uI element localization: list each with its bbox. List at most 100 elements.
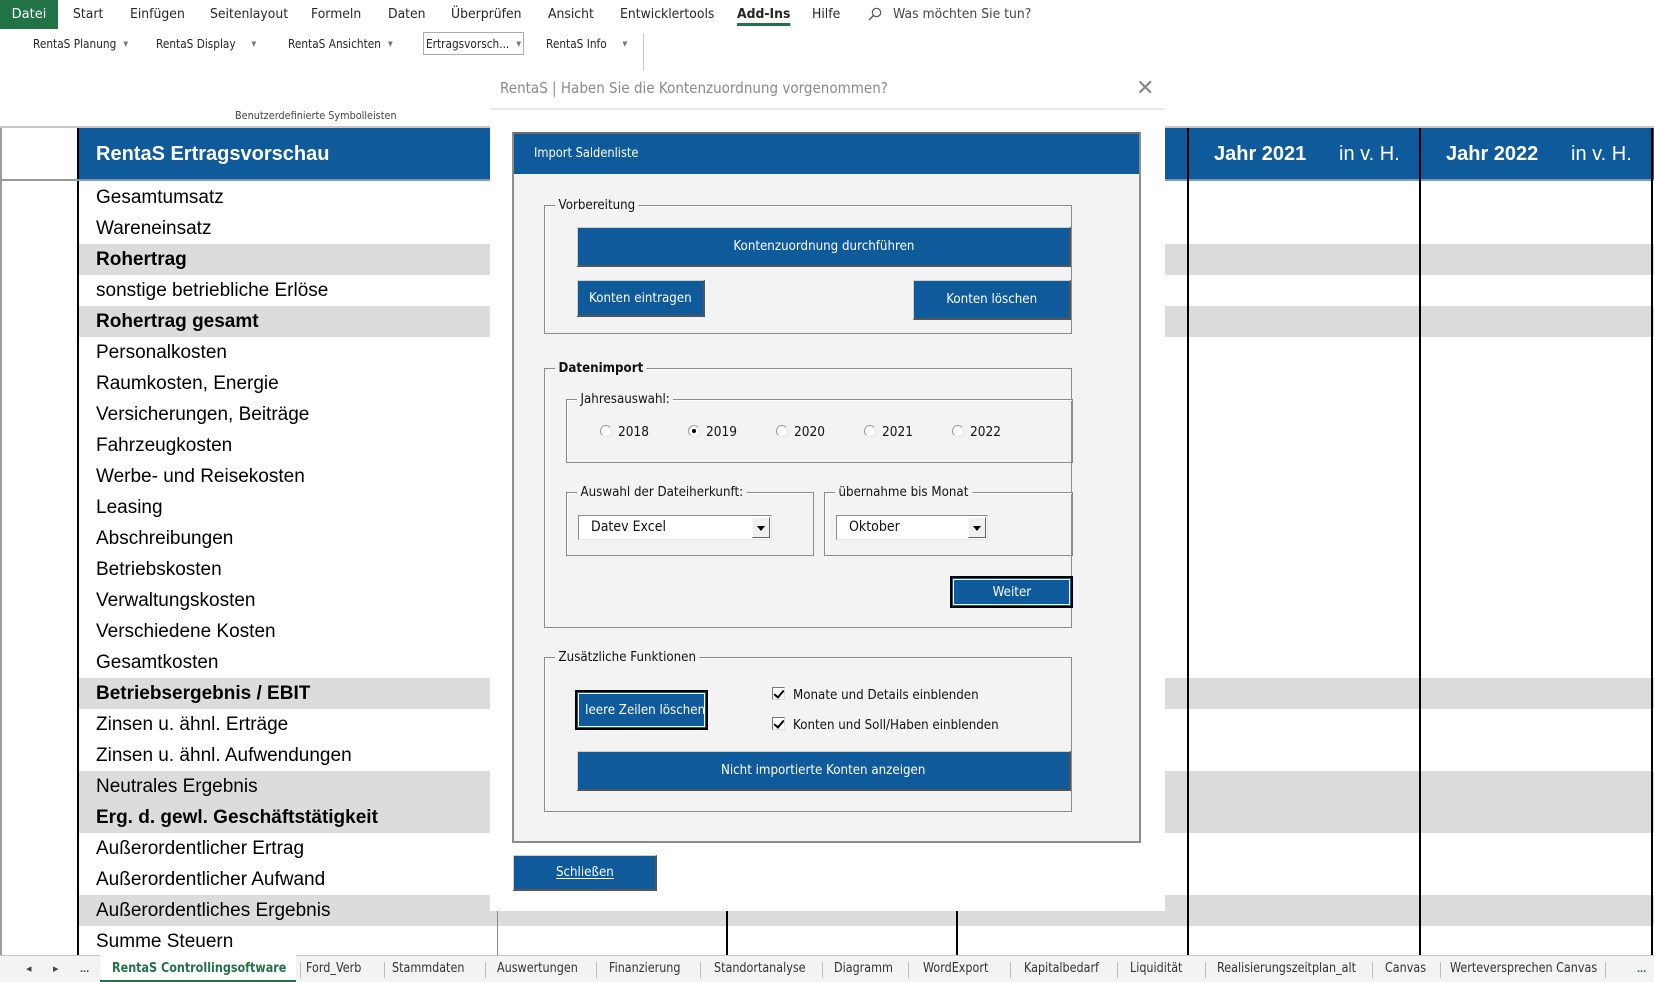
leere-zeilen-button[interactable]: leere Zeilen löschen — [575, 690, 708, 730]
year-radio-2019[interactable]: 2019 — [688, 422, 740, 442]
tab-ueberpruefen[interactable]: Überprüfen — [451, 0, 521, 29]
tab-start[interactable]: Start — [73, 0, 103, 29]
sheet-tab[interactable]: Kapitalbedarf — [1024, 956, 1099, 982]
row-label: Verwaltungskosten — [96, 590, 256, 611]
tab-einfuegen[interactable]: Einfügen — [130, 0, 185, 29]
sheet-tab[interactable]: Liquidität — [1130, 956, 1182, 982]
konten-eintragen-button[interactable]: Konten eintragen — [577, 280, 705, 317]
column-divider — [1187, 128, 1189, 181]
leere-zeilen-label: leere Zeilen löschen — [585, 702, 706, 718]
close-icon[interactable]: ✕ — [1136, 76, 1154, 102]
row-label: Gesamtumsatz — [96, 187, 224, 208]
tab-formeln[interactable]: Formeln — [311, 0, 361, 29]
tab-add-ins[interactable]: Add-Ins — [737, 0, 791, 29]
caret-down-icon: ▼ — [251, 40, 257, 48]
dropdown-arrow-icon[interactable] — [968, 517, 986, 538]
more-sheets-right[interactable]: ... — [1637, 956, 1646, 982]
search-icon[interactable] — [868, 7, 882, 21]
rentas-display-menu[interactable]: RentaS Display ▼ — [156, 34, 256, 55]
tell-me-search[interactable]: Was möchten Sie tun? — [893, 0, 1031, 29]
year-radio-2020[interactable]: 2020 — [776, 422, 828, 442]
year-radio-2022[interactable]: 2022 — [952, 422, 1004, 442]
rentas-ansichten-label: RentaS Ansichten — [288, 37, 381, 51]
table-row[interactable]: Summe Steuern — [79, 926, 1654, 957]
kontenzuordnung-button[interactable]: Kontenzuordnung durchführen — [577, 227, 1071, 267]
weiter-button[interactable]: Weiter — [950, 576, 1073, 608]
checkbox-checked-icon[interactable] — [772, 717, 785, 730]
panel-title: Import Saldenliste — [534, 146, 639, 161]
sheet-tab[interactable]: Finanzierung — [609, 956, 680, 982]
sheet-tab[interactable]: RentaS Controllingsoftware — [112, 956, 286, 982]
more-sheets-left[interactable]: ... — [80, 956, 89, 982]
column-a — [0, 128, 79, 957]
sheet-tab[interactable]: Diagramm — [834, 956, 893, 982]
sheet-tab[interactable]: Canvas — [1385, 956, 1426, 982]
dateiherkunft-group: Auswahl der Dateiherkunft: Datev Excel — [566, 483, 814, 556]
dateiherkunft-select[interactable]: Datev Excel — [578, 515, 772, 540]
row-label: Raumkosten, Energie — [96, 373, 279, 394]
prev-sheet-icon[interactable]: ◂ — [26, 956, 32, 982]
tab-entwicklertools[interactable]: Entwicklertools — [620, 0, 714, 29]
checkbox-checked-icon[interactable] — [772, 687, 785, 700]
schliessen-button[interactable]: Schließen — [513, 855, 657, 891]
tab-ansicht[interactable]: Ansicht — [548, 0, 594, 29]
ribbon-separator — [643, 33, 644, 71]
rentas-ansichten-menu[interactable]: RentaS Ansichten ▼ — [288, 34, 393, 55]
dropdown-arrow-icon[interactable] — [752, 517, 770, 538]
sheet-tab[interactable]: Realisierungszeitplan_alt — [1217, 956, 1356, 982]
header-jahr-2022: Jahr 2022 — [1446, 143, 1539, 165]
sheet-tab[interactable]: Werteversprechen Canvas — [1450, 956, 1597, 982]
schliessen-label: Schließen — [555, 864, 614, 880]
tab-hilfe[interactable]: Hilfe — [812, 0, 840, 29]
rentas-display-label: RentaS Display — [156, 37, 236, 51]
rentas-info-menu[interactable]: RentaS Info ▼ — [546, 34, 627, 55]
radio-unselected-icon[interactable] — [952, 425, 964, 437]
header-in-vh-2022: in v. H. — [1571, 143, 1632, 165]
year-radio-2021[interactable]: 2021 — [864, 422, 916, 442]
tab-separator — [1605, 962, 1606, 978]
tab-datei[interactable]: Datei — [0, 0, 58, 29]
column-divider — [1651, 128, 1653, 181]
sheet-tab[interactable]: WordExport — [923, 956, 988, 982]
radio-unselected-icon[interactable] — [864, 425, 876, 437]
radio-label: 2018 — [618, 424, 649, 440]
nicht-importiert-label: Nicht importierte Konten anzeigen — [721, 762, 926, 778]
tab-daten[interactable]: Daten — [388, 0, 426, 29]
rentas-planung-menu[interactable]: RentaS Planung ▼ — [33, 34, 128, 55]
sheet-tab[interactable]: Stammdaten — [392, 956, 464, 982]
konten-loeschen-label: Konten löschen — [946, 291, 1037, 307]
zusatz-legend: Zusätzliche Funktionen — [555, 648, 700, 666]
tab-separator — [1205, 962, 1206, 978]
konten-sollhaben-checkbox[interactable]: Konten und Soll/Haben einblenden — [772, 715, 1027, 735]
row-label: Fahrzeugkosten — [96, 435, 233, 456]
vorbereitung-group: Vorbereitung Kontenzuordnung durchführen… — [544, 196, 1072, 334]
sheet-tab[interactable]: Standortanalyse — [714, 956, 806, 982]
year-radio-2018[interactable]: 2018 — [600, 422, 652, 442]
caret-down-icon: ▼ — [516, 40, 522, 48]
monate-details-checkbox[interactable]: Monate und Details einblenden — [772, 685, 1004, 705]
radio-unselected-icon[interactable] — [776, 425, 788, 437]
row-label: Zinsen u. ähnl. Erträge — [96, 714, 289, 735]
next-sheet-icon[interactable]: ▸ — [53, 956, 59, 982]
sheet-tab[interactable]: Ford_Verb — [306, 956, 361, 982]
panel-header: Import Saldenliste — [514, 134, 1139, 174]
jahresauswahl-legend: Jahresauswahl: — [577, 390, 674, 408]
tab-separator — [1010, 962, 1011, 978]
radio-label: 2022 — [970, 424, 1001, 440]
row-label: Rohertrag — [96, 249, 187, 270]
radio-unselected-icon[interactable] — [600, 425, 612, 437]
konten-loeschen-button[interactable]: Konten löschen — [913, 280, 1071, 320]
column-a-header-cell[interactable] — [0, 128, 79, 181]
tab-seitenlayout[interactable]: Seitenlayout — [210, 0, 288, 29]
radio-selected-icon[interactable] — [688, 425, 700, 437]
sheet-tab[interactable]: Auswertungen — [497, 956, 578, 982]
ertragsvorschau-menu[interactable]: Ertragsvorsch... ▼ — [426, 34, 521, 55]
tab-separator — [822, 962, 823, 978]
datenimport-legend: Datenimport — [555, 359, 647, 377]
ertragsvorschau-label: Ertragsvorsch... — [426, 37, 510, 51]
tab-separator — [1117, 962, 1118, 978]
nicht-importiert-button[interactable]: Nicht importierte Konten anzeigen — [577, 751, 1071, 791]
kontenzuordnung-label: Kontenzuordnung durchführen — [732, 238, 915, 254]
monat-value: Oktober — [849, 519, 900, 535]
monat-select[interactable]: Oktober — [836, 515, 988, 540]
